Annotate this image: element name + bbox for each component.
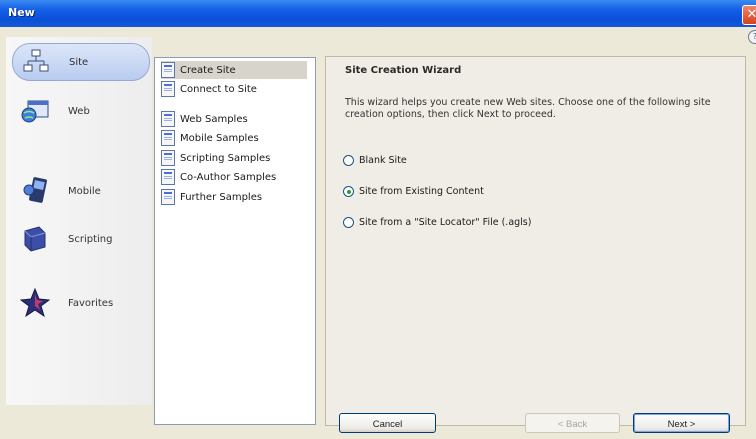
option-label: Site from Existing Content	[359, 186, 484, 197]
scripting-icon	[18, 222, 52, 256]
title-bar: New ✕	[0, 0, 756, 27]
list-item-label: Co-Author Samples	[180, 171, 277, 183]
rail-item-scripting[interactable]: Scripting	[12, 221, 148, 257]
close-button[interactable]: ✕	[742, 5, 756, 25]
list-item-mobile-samples[interactable]: Mobile Samples	[161, 129, 265, 147]
further-samples-icon	[161, 189, 175, 205]
list-item-further-samples[interactable]: Further Samples	[161, 188, 268, 206]
list-item-create-site[interactable]: Create Site	[161, 61, 307, 79]
dialog-body: Site Web Mobile Scripting Favorites Crea…	[0, 27, 756, 439]
rail-label-favorites: Favorites	[68, 297, 114, 309]
option-label: Blank Site	[359, 155, 407, 166]
rail-item-site[interactable]: Site	[12, 43, 150, 81]
option-label: Site from a "Site Locator" File (.agls)	[359, 217, 532, 228]
web-samples-icon	[161, 111, 175, 127]
option-site-locator[interactable]: Site from a "Site Locator" File (.agls)	[343, 217, 531, 228]
option-blank-site[interactable]: Blank Site	[343, 155, 407, 166]
list-item-co-author-samples[interactable]: Co-Author Samples	[161, 168, 282, 186]
scripting-samples-icon	[161, 150, 175, 166]
list-item-connect-to-site[interactable]: Connect to Site	[161, 80, 263, 98]
rail-label-site: Site	[69, 56, 89, 68]
window-title: New	[8, 6, 35, 19]
site-icon	[19, 45, 53, 79]
list-item-label: Mobile Samples	[180, 132, 259, 144]
connect-site-icon	[161, 81, 175, 97]
option-existing-content[interactable]: Site from Existing Content	[343, 186, 484, 197]
wizard-pane: Site Creation Wizard This wizard helps y…	[325, 56, 746, 426]
rail-item-mobile[interactable]: Mobile	[12, 173, 148, 209]
next-button[interactable]: Next >	[633, 413, 730, 433]
wizard-title: Site Creation Wizard	[345, 65, 462, 76]
radio-button-selected[interactable]	[343, 186, 354, 197]
rail-item-favorites[interactable]: Favorites	[12, 285, 148, 321]
rail-item-web[interactable]: Web	[12, 93, 148, 129]
list-item-label: Web Samples	[180, 113, 248, 125]
mobile-icon	[18, 174, 52, 208]
back-button[interactable]: < Back	[525, 413, 620, 433]
template-list: Create Site Connect to Site Web Samples …	[154, 57, 316, 425]
rail-label-mobile: Mobile	[68, 185, 101, 197]
rail-label-scripting: Scripting	[68, 233, 113, 245]
list-item-scripting-samples[interactable]: Scripting Samples	[161, 149, 276, 167]
list-item-label: Connect to Site	[180, 83, 257, 95]
radio-button[interactable]	[343, 217, 354, 228]
list-item-label: Create Site	[180, 64, 236, 76]
favorites-star-icon	[18, 286, 52, 320]
mobile-samples-icon	[161, 130, 175, 146]
list-item-label: Further Samples	[180, 191, 263, 203]
list-item-web-samples[interactable]: Web Samples	[161, 110, 254, 128]
wizard-description: This wizard helps you create new Web sit…	[345, 97, 711, 120]
category-rail: Site Web Mobile Scripting Favorites	[6, 37, 152, 405]
radio-button[interactable]	[343, 155, 354, 166]
help-icon[interactable]: ?	[748, 30, 756, 44]
rail-label-web: Web	[68, 105, 90, 117]
list-item-label: Scripting Samples	[180, 152, 271, 164]
co-author-samples-icon	[161, 169, 175, 185]
cancel-button[interactable]: Cancel	[339, 413, 436, 433]
web-icon	[18, 94, 52, 128]
create-site-icon	[161, 62, 175, 78]
